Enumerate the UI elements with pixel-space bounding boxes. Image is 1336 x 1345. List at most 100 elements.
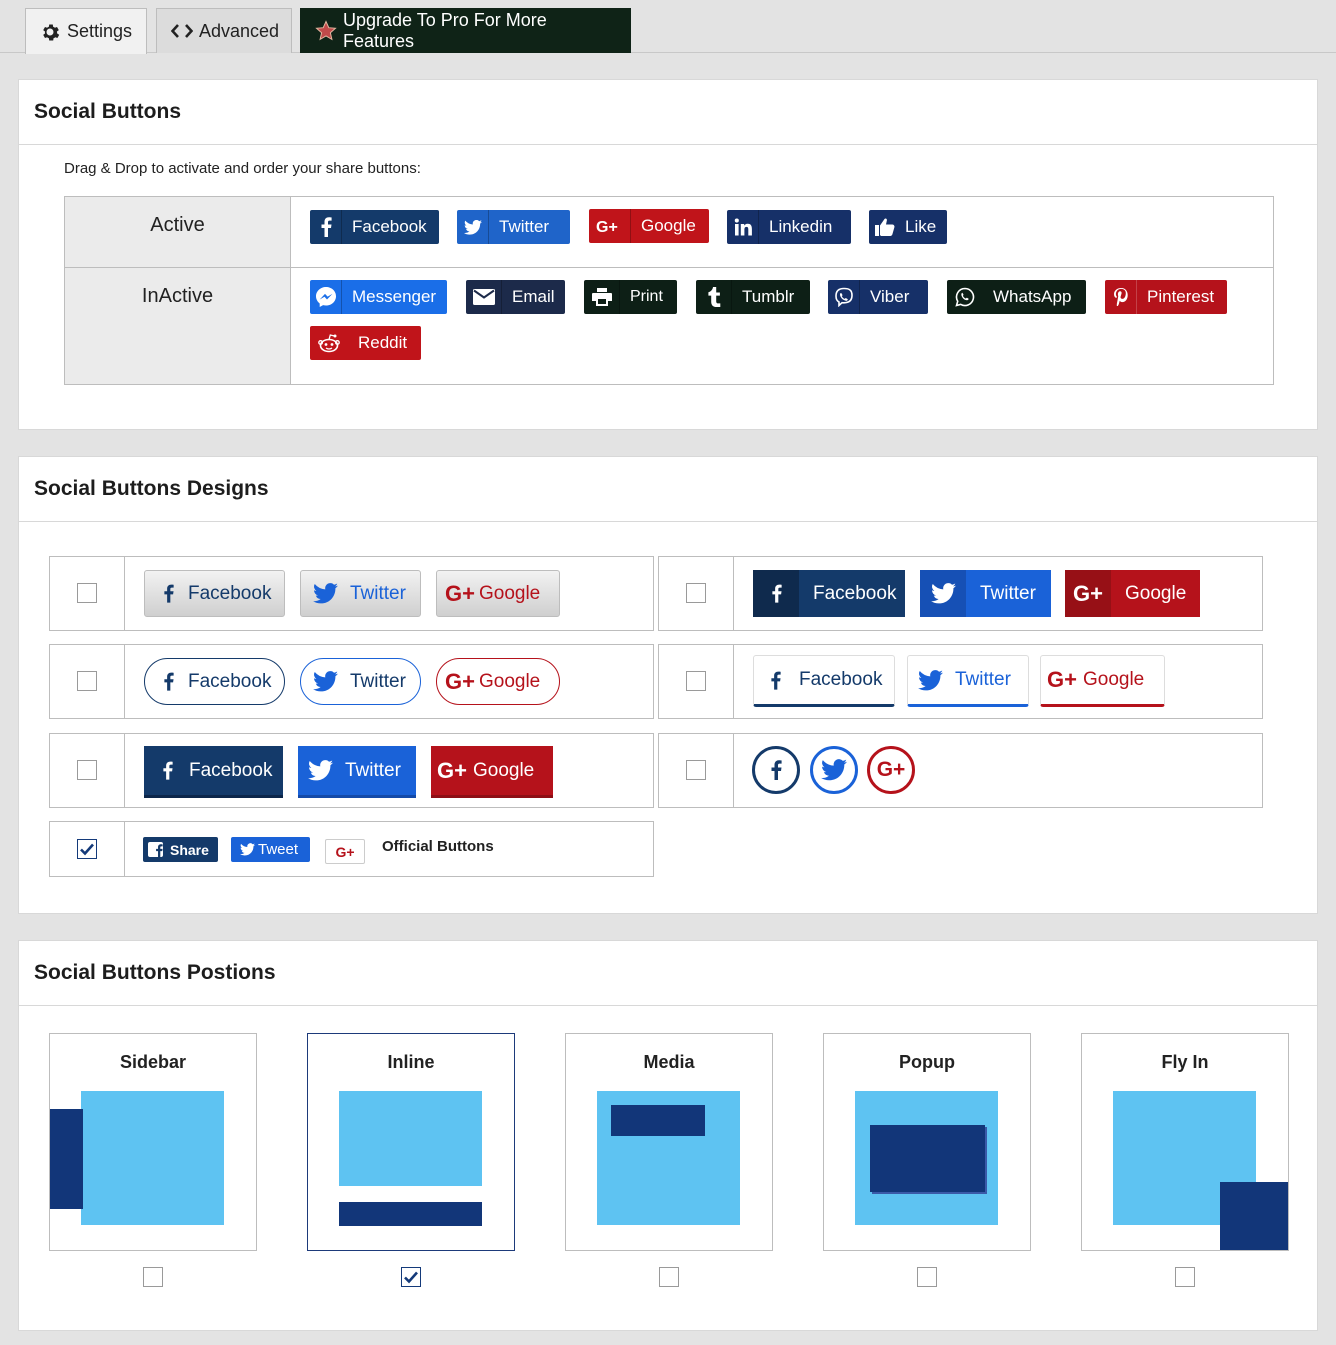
official-buttons-label: Official Buttons	[382, 838, 494, 855]
design-gray-google-button[interactable]: G+ Google	[436, 570, 560, 617]
button-label: Google	[478, 582, 541, 604]
thumbs-up-icon	[869, 210, 901, 244]
google-plus-icon: G+	[876, 758, 906, 781]
design-split-facebook-button[interactable]: Facebook	[753, 570, 905, 617]
design-gray-facebook-button[interactable]: Facebook	[144, 570, 285, 617]
inactive-whatsapp-button[interactable]: WhatsApp	[947, 280, 1086, 314]
design-circle-facebook-button[interactable]	[752, 746, 800, 794]
tab-settings[interactable]: Settings	[25, 8, 147, 54]
design-circle-google-button[interactable]: G+	[867, 746, 915, 794]
button-label: Tumblr	[742, 287, 795, 306]
position-sidebar-card[interactable]: Sidebar	[49, 1033, 257, 1251]
position-label: Fly In	[1161, 1052, 1209, 1072]
active-label: Active	[65, 197, 291, 267]
twitter-icon	[313, 583, 338, 604]
position-media-checkbox[interactable]	[659, 1267, 679, 1287]
position-inline-checkbox[interactable]	[401, 1267, 421, 1287]
position-popup-checkbox[interactable]	[917, 1267, 937, 1287]
button-label: Twitter	[350, 670, 406, 692]
button-label: Facebook	[188, 670, 272, 692]
design-round-twitter-button[interactable]: Twitter	[300, 658, 421, 705]
button-label: Like	[905, 217, 937, 236]
position-flyin-checkbox[interactable]	[1175, 1267, 1195, 1287]
design-underline-twitter-button[interactable]: Twitter	[907, 655, 1029, 707]
button-label: Twitter	[345, 759, 401, 781]
button-label: Reddit	[358, 333, 408, 352]
official-google-plus-button[interactable]: G+	[325, 839, 365, 864]
position-label: Inline	[387, 1052, 435, 1072]
button-label: Email	[512, 287, 555, 306]
gear-icon	[40, 21, 61, 43]
twitter-icon	[308, 760, 333, 781]
design-checkbox[interactable]	[686, 671, 706, 691]
official-share-button[interactable]: Share	[143, 837, 218, 862]
active-twitter-button[interactable]: Twitter	[457, 210, 570, 244]
button-label: Twitter	[980, 582, 1036, 604]
design-checkbox[interactable]	[77, 760, 97, 780]
position-popup-card[interactable]: Popup	[823, 1033, 1031, 1251]
facebook-icon	[310, 210, 342, 244]
design-flat-google-button[interactable]: G+ Google	[431, 746, 553, 798]
social-buttons-panel: Social Buttons Drag & Drop to activate a…	[18, 79, 1318, 430]
position-flyin-card[interactable]: Fly In	[1081, 1033, 1289, 1251]
button-label: Pinterest	[1147, 287, 1215, 306]
design-option-gray: Facebook Twitter G+ Google	[49, 556, 654, 631]
tab-upgrade-pro[interactable]: Upgrade To Pro For More Features	[300, 8, 631, 53]
facebook-icon	[163, 672, 174, 691]
content-block	[339, 1091, 482, 1186]
design-round-facebook-button[interactable]: Facebook	[144, 658, 285, 705]
inactive-email-button[interactable]: Email	[466, 280, 565, 314]
button-label: Google	[1082, 669, 1145, 690]
position-media-card[interactable]: Media	[565, 1033, 773, 1251]
google-plus-icon: G+	[445, 580, 475, 606]
design-checkbox[interactable]	[77, 583, 97, 603]
checkmark-icon	[80, 843, 94, 856]
inactive-tumblr-button[interactable]: Tumblr	[696, 280, 810, 314]
button-label: Google	[641, 216, 696, 235]
design-flat-twitter-button[interactable]: Twitter	[298, 746, 416, 798]
button-label: Facebook	[813, 582, 897, 604]
tab-settings-label: Settings	[66, 21, 132, 41]
position-label: Media	[643, 1052, 695, 1072]
design-flat-facebook-button[interactable]: Facebook	[144, 746, 283, 798]
facebook-icon	[163, 584, 174, 603]
design-split-twitter-button[interactable]: Twitter	[920, 570, 1051, 617]
facebook-icon	[753, 570, 799, 617]
twitter-icon	[313, 671, 338, 692]
twitter-icon	[240, 843, 255, 856]
design-circle-twitter-button[interactable]	[810, 746, 858, 794]
panel-title: Social Buttons Designs	[19, 457, 1317, 522]
inactive-row: InActive Messenger Email Print Tumblr Vi…	[65, 268, 1273, 384]
design-checkbox[interactable]	[686, 583, 706, 603]
design-underline-facebook-button[interactable]: Facebook	[753, 655, 895, 707]
checkmark-icon	[404, 1271, 418, 1284]
button-label: Facebook	[799, 669, 883, 690]
design-checkbox[interactable]	[686, 760, 706, 780]
design-split-google-button[interactable]: G+ Google	[1065, 570, 1200, 617]
button-label: Twitter	[955, 669, 1011, 690]
position-sidebar-checkbox[interactable]	[143, 1267, 163, 1287]
design-round-google-button[interactable]: G+ Google	[436, 658, 560, 705]
reddit-icon	[310, 326, 348, 360]
design-option-circles: G+	[658, 733, 1263, 808]
inactive-messenger-button[interactable]: Messenger	[310, 280, 447, 314]
button-label: Facebook	[352, 217, 427, 236]
position-inline-card[interactable]: Inline	[307, 1033, 515, 1251]
official-tweet-button[interactable]: Tweet	[231, 837, 310, 862]
active-linkedin-button[interactable]: Linkedin	[727, 210, 851, 244]
inactive-viber-button[interactable]: Viber	[828, 280, 928, 314]
email-icon	[466, 280, 502, 314]
linkedin-icon	[727, 210, 759, 244]
inactive-pinterest-button[interactable]: Pinterest	[1105, 280, 1227, 314]
active-google-button[interactable]: G+ Google	[589, 209, 709, 243]
inactive-print-button[interactable]: Print	[584, 280, 677, 314]
active-like-button[interactable]: Like	[869, 210, 947, 244]
official-design-checkbox[interactable]	[77, 839, 97, 859]
active-facebook-button[interactable]: Facebook	[310, 210, 439, 244]
tab-advanced[interactable]: Advanced	[156, 8, 292, 53]
inactive-reddit-button[interactable]: Reddit	[310, 326, 421, 360]
design-underline-google-button[interactable]: G+ Google	[1040, 655, 1165, 707]
design-checkbox[interactable]	[77, 671, 97, 691]
messenger-icon	[310, 280, 342, 314]
design-gray-twitter-button[interactable]: Twitter	[300, 570, 421, 617]
